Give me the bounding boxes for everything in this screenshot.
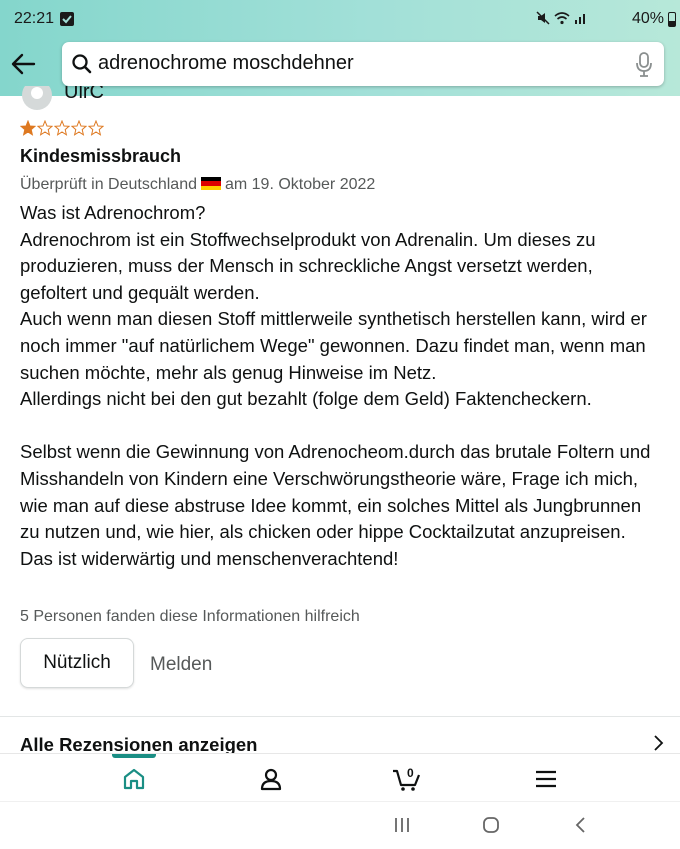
battery-icon (668, 12, 676, 27)
status-time: 22:21 (14, 10, 55, 27)
all-reviews-link[interactable]: Alle Rezensionen anzeigen (20, 733, 257, 753)
star-empty-icon (88, 120, 104, 136)
review-meta: Überprüft in Deutschland am 19. Oktober 2… (20, 176, 375, 194)
recent-apps-icon[interactable] (393, 816, 411, 839)
star-filled-icon (20, 120, 36, 136)
review-title: Kindesmissbrauch (20, 146, 182, 166)
account-icon[interactable] (258, 766, 284, 792)
report-link[interactable]: Melden (150, 654, 212, 676)
star-empty-icon (71, 120, 87, 136)
helpful-button[interactable]: Nützlich (20, 638, 134, 688)
review-paragraph-1: Was ist Adrenochrom? Adrenochrom ist ein… (20, 202, 647, 410)
app-header: 22:21 40% adrenochrome moschdehner (0, 0, 680, 96)
review-date: am 19. Oktober 2022 (224, 176, 376, 193)
active-tab-indicator (112, 754, 156, 758)
notification-check-icon (60, 12, 74, 26)
star-rating[interactable] (20, 120, 104, 136)
helpful-count: 5 Personen fanden diese Informationen hi… (20, 608, 360, 625)
star-empty-icon (54, 120, 70, 136)
bottom-navigation (0, 753, 680, 801)
german-flag-icon (200, 177, 221, 190)
search-input[interactable]: adrenochrome moschdehner (62, 42, 664, 86)
reviewer-name[interactable]: UlrC (64, 86, 104, 108)
signal-icon (575, 14, 585, 24)
battery-percentage: 40% (631, 10, 664, 27)
mute-icon (536, 11, 550, 25)
system-navigation-bar (0, 801, 680, 849)
star-empty-icon (37, 120, 53, 136)
search-query: adrenochrome moschdehner (98, 52, 354, 74)
back-button-icon[interactable] (574, 816, 588, 839)
home-icon[interactable] (121, 766, 147, 792)
review-body: Was ist Adrenochrom? Adrenochrom ist ein… (20, 200, 660, 572)
wifi-icon (554, 12, 570, 25)
status-icons (536, 11, 588, 25)
home-button-icon[interactable] (482, 816, 500, 839)
avatar (22, 86, 52, 110)
menu-icon[interactable] (533, 766, 559, 792)
divider (0, 716, 680, 717)
cart-count: 0 (407, 766, 414, 780)
status-bar: 22:21 40% (0, 0, 680, 40)
search-icon (71, 53, 93, 80)
review-country: Überprüft in Deutschland (20, 176, 197, 193)
review-paragraph-2: Selbst wenn die Gewinnung von Adrenocheo… (20, 441, 651, 569)
back-arrow-icon[interactable] (10, 52, 36, 76)
microphone-icon[interactable] (636, 52, 652, 83)
